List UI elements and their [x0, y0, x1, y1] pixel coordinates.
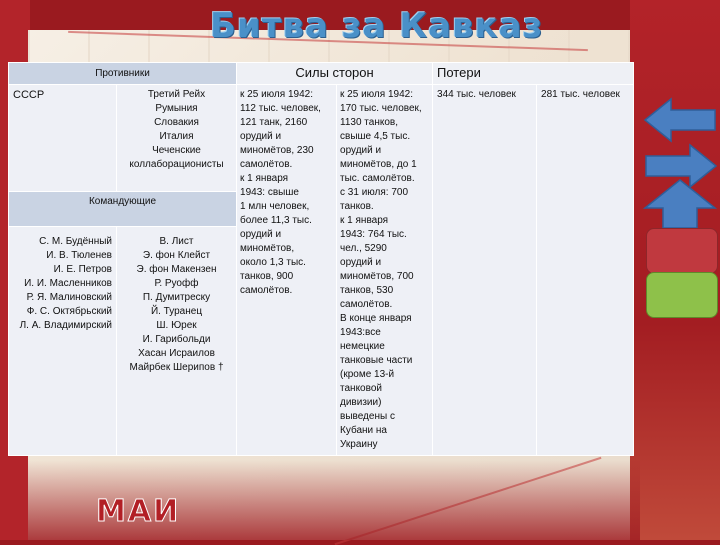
- forces-line: свыше 4,5 тыс.: [340, 131, 411, 142]
- axis-cell: Третий Рейх Румыния Словакия Италия Чече…: [115, 84, 238, 192]
- forces-line: 1 млн человек,: [240, 201, 310, 212]
- ussr-forces-cell: к 25 июля 1942: 112 тыс. человек, 121 та…: [236, 84, 338, 456]
- forces-line: 112 тыс. человек,: [240, 103, 321, 114]
- forces-line: 1943: свыше: [240, 187, 299, 198]
- forces-line: орудий и: [340, 145, 382, 156]
- forces-line: танковые части: [340, 355, 413, 366]
- forces-line: к 25 июля 1942:: [240, 89, 313, 100]
- commander-name: Р. Я. Малиновский: [26, 292, 112, 303]
- axis-party: Словакия: [154, 117, 199, 128]
- forces-line: чел., 5290: [340, 243, 387, 254]
- commander-name: С. М. Будённый: [39, 236, 112, 247]
- losses-header: Потери: [432, 62, 635, 85]
- opponents-header: Противники: [7, 62, 238, 85]
- forces-line: Украину: [340, 439, 378, 450]
- forces-line: с 31 июля: 700: [340, 187, 409, 198]
- forces-line: танковой: [340, 383, 382, 394]
- forces-line: 1130 танков,: [340, 117, 398, 128]
- forces-line: самолётов.: [240, 159, 293, 170]
- forces-line: 1943:все: [340, 327, 381, 338]
- commander-name: И. Е. Петров: [53, 264, 112, 275]
- axis-party: Чеченские: [152, 145, 201, 156]
- forces-line: около 1,3 тыс.: [240, 257, 306, 268]
- forces-line: немецкие: [340, 341, 385, 352]
- arrow-up-icon[interactable]: [643, 178, 718, 230]
- forces-line: танков, 900: [240, 271, 294, 282]
- forces-line: (кроме 13-й: [340, 369, 395, 380]
- commander-name: Майрбек Шерипов †: [129, 362, 224, 373]
- forces-line: 1943: 764 тыс.: [340, 229, 407, 240]
- forces-line: танков, 530: [340, 285, 394, 296]
- forces-header: Силы сторон: [236, 62, 434, 85]
- commander-name: Ш. Юрек: [156, 320, 197, 331]
- forces-line: к 25 июля 1942:: [340, 89, 413, 100]
- ussr-commanders-cell: С. М. Будённый И. В. Тюленев И. Е. Петро…: [8, 226, 117, 456]
- forces-line: дивизии): [340, 397, 382, 408]
- commander-name: Э. фон Клейст: [142, 250, 211, 261]
- slide-title: Битва за Кавказ: [210, 6, 544, 46]
- commander-name: В. Лист: [159, 236, 194, 247]
- forces-line: к 1 января: [340, 215, 389, 226]
- commander-name: Ф. С. Октябрьский: [26, 306, 112, 317]
- forces-line: самолётов.: [240, 285, 293, 296]
- forces-line: орудий и: [340, 257, 382, 268]
- forces-line: 121 танк, 2160: [240, 117, 308, 128]
- forces-line: самолётов.: [340, 299, 393, 310]
- axis-party: коллаборационисты: [129, 159, 224, 170]
- axis-party: Италия: [159, 131, 194, 142]
- forces-line: 170 тыс. человек,: [340, 103, 422, 114]
- forces-line: В конце января: [340, 313, 412, 324]
- forces-line: танков.: [340, 201, 374, 212]
- axis-commanders-cell: В. Лист Э. фон Клейст Э. фон Макензен Р.…: [115, 226, 238, 456]
- forces-line: миномётов, до 1: [340, 159, 417, 170]
- ussr-cell: СССР: [8, 84, 117, 192]
- arrow-left-icon[interactable]: [643, 96, 718, 144]
- forces-line: миномётов,: [240, 243, 295, 254]
- axis-party: Румыния: [155, 103, 198, 114]
- commander-name: Р. Руофф: [154, 278, 199, 289]
- commander-name: И. Гарибольди: [142, 334, 211, 345]
- forces-line: выведены с: [340, 411, 395, 422]
- commander-name: И. В. Тюленев: [46, 250, 112, 261]
- forces-line: тыс. самолётов.: [340, 173, 415, 184]
- ussr-losses-cell: 344 тыс. человек: [432, 84, 538, 456]
- red-button[interactable]: [646, 228, 718, 274]
- commander-name: П. Думитреску: [142, 292, 211, 303]
- commander-name: И. И. Масленников: [24, 278, 112, 289]
- axis-party: Третий Рейх: [147, 89, 206, 100]
- forces-line: более 11,3 тыс.: [240, 215, 312, 226]
- commander-name: Э. фон Макензен: [136, 264, 217, 275]
- forces-line: миномётов, 700: [340, 271, 414, 282]
- forces-line: орудий и: [240, 131, 282, 142]
- commander-name: Хасан Исраилов: [138, 348, 215, 359]
- axis-losses-cell: 281 тыс. человек: [536, 84, 635, 456]
- forces-line: Кубани на: [340, 425, 387, 436]
- commanders-header: Командующие: [7, 191, 238, 227]
- commander-name: Л. А. Владимирский: [19, 320, 112, 331]
- battle-table: Противники Силы сторон Потери СССР Трети…: [7, 62, 635, 456]
- forces-line: орудий и: [240, 229, 282, 240]
- green-button[interactable]: [646, 272, 718, 318]
- watermark: МАИ: [95, 494, 181, 530]
- forces-line: миномётов, 230: [240, 145, 314, 156]
- commander-name: Й. Туранец: [150, 306, 203, 317]
- axis-forces-cell: к 25 июля 1942: 170 тыс. человек, 1130 т…: [336, 84, 434, 456]
- forces-line: к 1 января: [240, 173, 289, 184]
